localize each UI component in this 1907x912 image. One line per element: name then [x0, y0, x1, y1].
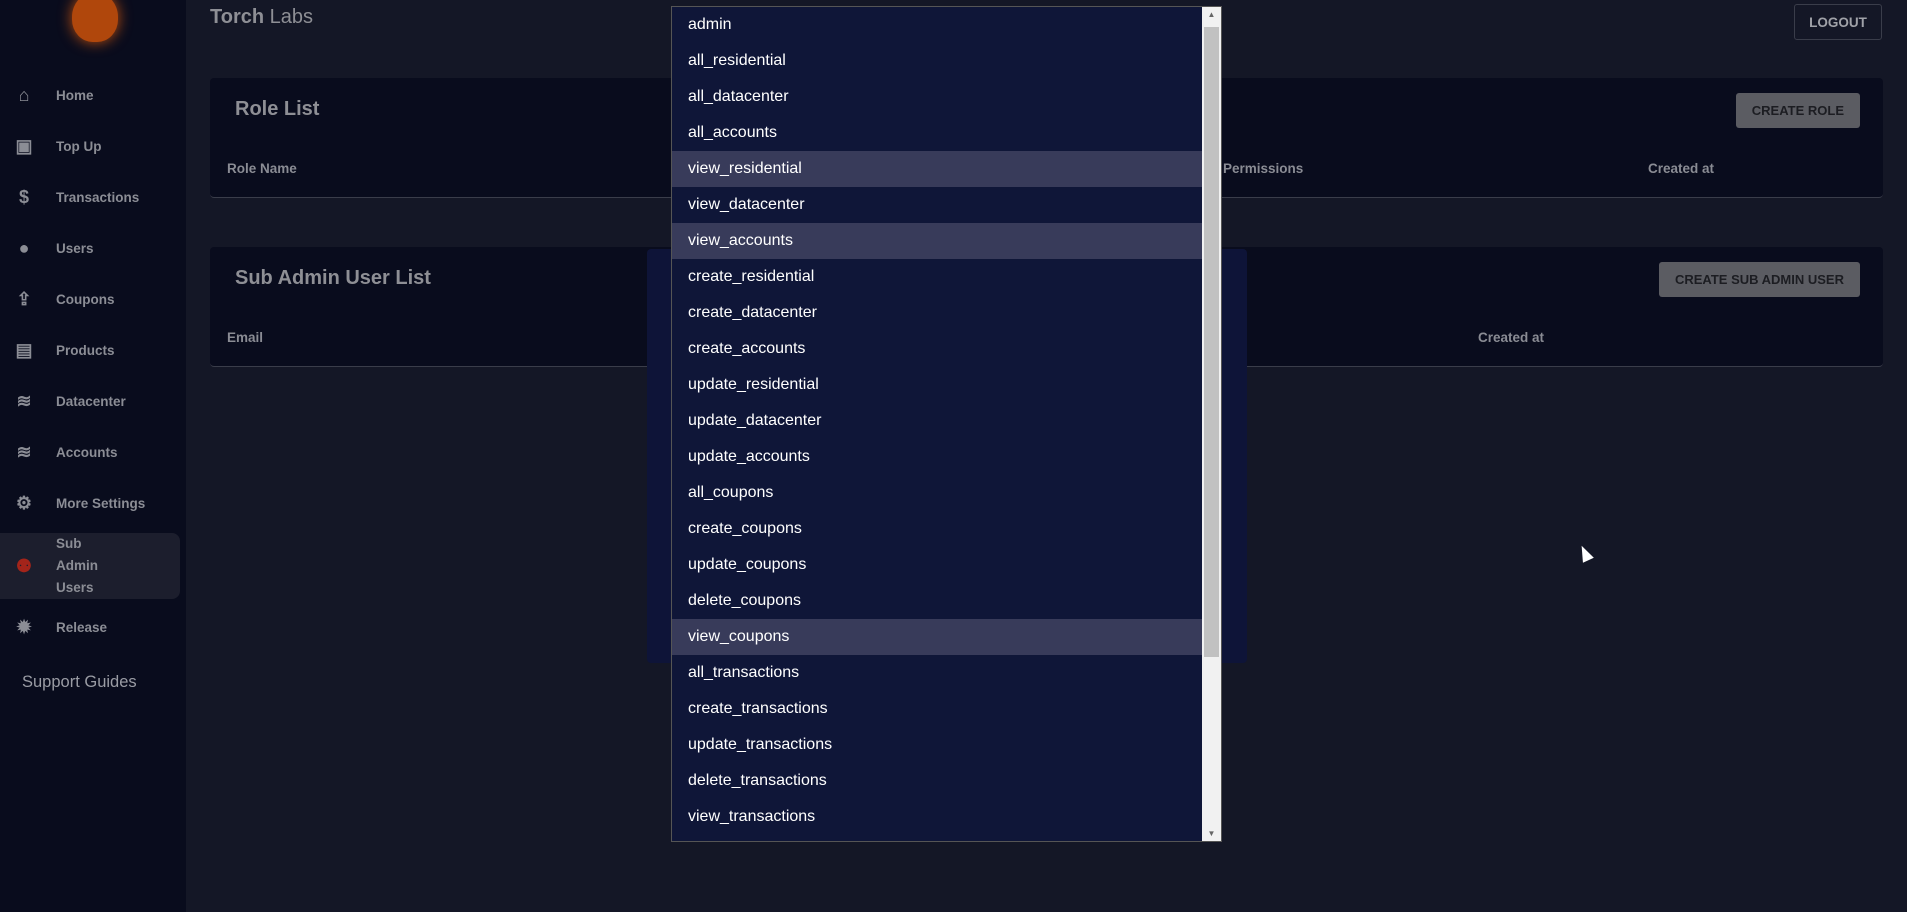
- sidebar-item-label: Users: [56, 241, 94, 256]
- dropdown-option[interactable]: all_coupons: [672, 475, 1204, 511]
- sidebar-item-datacenter[interactable]: ≋ Datacenter: [0, 376, 180, 427]
- dropdown-option[interactable]: all_transactions: [672, 655, 1204, 691]
- scrollbar[interactable]: ▲ ▼: [1202, 7, 1221, 841]
- dropdown-option[interactable]: view_accounts: [672, 223, 1204, 259]
- dropdown-option[interactable]: all_residential: [672, 43, 1204, 79]
- scrollbar-thumb[interactable]: [1204, 27, 1219, 657]
- permissions-dropdown[interactable]: admin all_residential all_datacenter all_ac…: [671, 6, 1222, 842]
- sidebar-item-accounts[interactable]: ≋ Accounts: [0, 427, 180, 478]
- sidebar-item-label: Release: [56, 620, 108, 635]
- dropdown-option[interactable]: delete_transactions: [672, 763, 1204, 799]
- create-role-button[interactable]: CREATE ROLE: [1735, 93, 1860, 128]
- sidebar-item-label: More Settings: [56, 496, 146, 511]
- dropdown-option[interactable]: view_coupons: [672, 619, 1204, 655]
- scroll-down-icon[interactable]: ▼: [1202, 829, 1221, 838]
- dropdown-option[interactable]: create_datacenter: [672, 295, 1204, 331]
- top-up-icon: ▣: [15, 136, 33, 156]
- sidebar-item-users[interactable]: ● Users: [0, 223, 180, 274]
- dropdown-option[interactable]: all_datacenter: [672, 79, 1204, 115]
- coupons-icon: ⇪: [16, 289, 32, 309]
- sidebar-item-label: Coupons: [56, 292, 115, 307]
- sidebar-item-label: Top Up: [56, 139, 102, 154]
- sidebar-item-label: Home: [56, 88, 94, 103]
- dropdown-option[interactable]: update_accounts: [672, 439, 1204, 475]
- column-header: Email: [227, 330, 264, 345]
- users-icon: ●: [18, 238, 30, 258]
- more-settings-icon: ⚙: [15, 493, 33, 513]
- dropdown-option[interactable]: admin: [672, 7, 1204, 43]
- sidebar-item-top-up[interactable]: ▣ Top Up: [0, 121, 180, 172]
- sub-admin-list-title: Sub Admin User List: [235, 267, 431, 289]
- release-icon: ✹: [16, 617, 32, 637]
- sidebar-item-coupons[interactable]: ⇪ Coupons: [0, 274, 180, 325]
- sidebar-item-label: Accounts: [56, 445, 118, 460]
- sidebar: ⌂ Home ▣ Top Up $ Transactions ● Users ⇪ Coupons ▤…: [0, 0, 186, 912]
- mouse-cursor-icon: [1576, 543, 1594, 563]
- column-header: Permissions: [1223, 161, 1304, 176]
- column-header: Created at: [1648, 161, 1715, 176]
- dropdown-option[interactable]: update_transactions: [672, 727, 1204, 763]
- transactions-icon: $: [18, 187, 29, 207]
- sidebar-item-transactions[interactable]: $ Transactions: [0, 172, 180, 223]
- column-header: Role Name: [227, 161, 297, 176]
- sidebar-item-label: Sub Admin Users: [56, 536, 98, 595]
- dropdown-option[interactable]: view_transactions: [672, 799, 1204, 835]
- dropdown-option[interactable]: create_residential: [672, 259, 1204, 295]
- dropdown-option[interactable]: create_transactions: [672, 691, 1204, 727]
- column-header: Created at: [1478, 330, 1545, 345]
- dropdown-option[interactable]: create_coupons: [672, 511, 1204, 547]
- scroll-up-icon[interactable]: ▲: [1202, 10, 1221, 19]
- sidebar-item-products[interactable]: ▤ Products: [0, 325, 180, 376]
- logout-button[interactable]: LOGOUT: [1794, 4, 1882, 40]
- dropdown-option[interactable]: create_accounts: [672, 331, 1204, 367]
- accounts-icon: ≋: [16, 442, 32, 462]
- sidebar-item-more-settings[interactable]: ⚙ More Settings: [0, 478, 180, 529]
- brand-light: Labs: [269, 6, 314, 28]
- brand-title: Torch Labs: [210, 6, 313, 29]
- dropdown-option[interactable]: update_coupons: [672, 547, 1204, 583]
- dropdown-option[interactable]: all_accounts: [672, 115, 1204, 151]
- sidebar-item-home[interactable]: ⌂ Home: [0, 70, 180, 121]
- sub-admin-users-icon: ⚉: [15, 556, 33, 576]
- dropdown-option[interactable]: view_datacenter: [672, 187, 1204, 223]
- support-guides-link[interactable]: Support Guides: [22, 673, 137, 692]
- home-icon: ⌂: [18, 85, 30, 105]
- products-icon: ▤: [15, 340, 33, 360]
- dropdown-option[interactable]: view_residential: [672, 151, 1204, 187]
- brand-bold: Torch: [210, 6, 265, 28]
- sidebar-item-label: Products: [56, 343, 115, 358]
- dropdown-option[interactable]: update_residential: [672, 367, 1204, 403]
- sidebar-item-label: Datacenter: [56, 394, 126, 409]
- datacenter-icon: ≋: [16, 391, 32, 411]
- sidebar-item-release[interactable]: ✹ Release: [0, 602, 180, 653]
- dropdown-option[interactable]: update_datacenter: [672, 403, 1204, 439]
- sidebar-item-label: Transactions: [56, 190, 140, 205]
- create-sub-admin-button[interactable]: CREATE SUB ADMIN USER: [1658, 262, 1860, 297]
- dropdown-option[interactable]: delete_coupons: [672, 583, 1204, 619]
- sidebar-item-sub-admin-users[interactable]: ⚉ Sub Admin Users: [0, 533, 180, 599]
- torch-logo: [72, 0, 118, 42]
- role-list-title: Role List: [235, 98, 320, 120]
